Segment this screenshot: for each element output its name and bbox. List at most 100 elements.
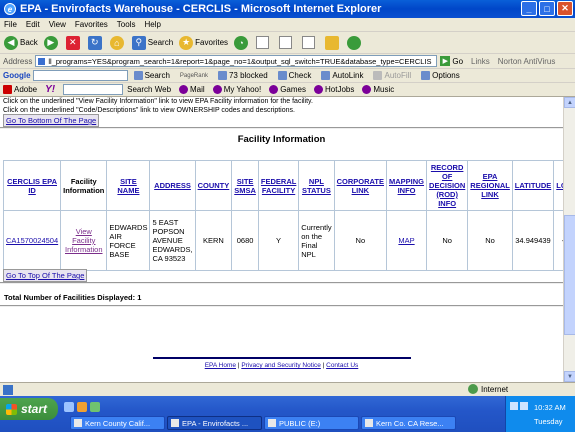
col-site-smsa[interactable]: SITE SMSA [231,160,259,211]
col-site-name[interactable]: SITE NAME [106,160,151,211]
norton-antivirus-button[interactable]: Norton AntiVirus [498,57,556,66]
search-web-button[interactable]: Search Web [127,85,171,94]
col-address[interactable]: ADDRESS [149,160,196,211]
network-icon[interactable] [510,402,518,410]
my-yahoo-button[interactable]: My Yahoo! [212,85,262,94]
forward-button[interactable]: ▶ [43,35,60,50]
map-link[interactable]: MAP [386,210,428,271]
back-arrow-icon: ◀ [4,35,18,50]
autofill-button[interactable]: AutoFill [373,71,411,80]
games-button[interactable]: Games [269,85,306,94]
task-button[interactable]: Kern County Calif... [70,416,165,430]
google-toolbar: Google Search PageRank 73 blocked Check … [0,69,575,83]
history-button[interactable]: ◔ [234,35,250,50]
media-quicklaunch-icon[interactable] [77,402,87,412]
hotjobs-button[interactable]: HotJobs [314,85,354,94]
music-button[interactable]: Music [362,85,394,94]
taskbar: start Kern County Calif... EPA - Envirof… [0,396,575,432]
col-rod-info[interactable]: RECORD OF DECISION (ROD) INFO [426,160,469,211]
print-icon [279,36,293,49]
messenger-button[interactable] [347,35,363,50]
col-mapping-info[interactable]: MAPPING INFO [386,160,428,211]
spell-check-button[interactable]: Check [277,71,311,80]
yahoo-search-input[interactable] [63,84,124,95]
epa-home-link[interactable]: EPA Home [205,362,236,369]
stop-button[interactable]: ✕ [65,35,82,50]
maximize-button[interactable]: □ [539,1,555,16]
google-search-button[interactable]: Search [133,71,170,80]
minimize-button[interactable]: _ [521,1,537,16]
window-icon [171,419,179,427]
menu-edit[interactable]: Edit [26,20,40,29]
autolink-label: AutoLink [332,71,364,80]
go-to-top-link[interactable]: Go To Top Of The Page [3,269,88,282]
my-yahoo-label: My Yahoo! [223,85,262,94]
autolink-button[interactable]: AutoLink [321,71,363,80]
folder-button[interactable] [325,35,341,50]
scroll-up-arrow-icon[interactable]: ▲ [564,97,575,108]
col-epa-regional-link[interactable]: EPA REGIONAL LINK [467,160,513,211]
yahoo-mail-button[interactable]: Mail [179,85,205,94]
epa-id-link[interactable]: CA1570024504 [2,210,62,271]
popup-blocker-icon [217,71,227,80]
page-icon [3,384,13,395]
mail-button[interactable] [256,36,273,49]
col-longitude[interactable]: LONGITUDE [553,160,563,211]
scroll-down-arrow-icon[interactable]: ▼ [564,371,575,382]
col-npl-status[interactable]: NPL STATUS [298,160,335,211]
scroll-thumb[interactable] [564,215,575,335]
col-corporate-link[interactable]: CORPORATE LINK [333,160,388,211]
home-button[interactable]: ⌂ [109,35,126,50]
options-label: Options [432,71,460,80]
google-logo[interactable]: Google [3,71,31,80]
task-button[interactable]: Kern Co. CA Rese... [361,416,456,430]
go-arrow-icon[interactable]: ▶ [440,56,451,66]
divider [0,305,563,307]
links-button[interactable]: Links [471,57,490,66]
start-label: start [21,402,48,416]
menu-tools[interactable]: Tools [117,20,136,29]
col-federal-facility[interactable]: FEDERAL FACILITY [257,160,300,211]
ie-quicklaunch-icon[interactable] [64,402,74,412]
favorites-button[interactable]: ★ Favorites [179,35,228,50]
print-button[interactable] [279,36,296,49]
popup-blocker-button[interactable]: 73 blocked [217,71,268,80]
instructions: Click on the underlined "View Facility I… [3,97,313,115]
task-button[interactable]: EPA - Envirofacts ... [167,416,262,430]
volume-icon[interactable] [520,402,528,410]
col-latitude[interactable]: LATITUDE [511,160,555,211]
go-button[interactable]: Go [452,57,463,66]
facility-table: CERCLIS EPA ID Facility Information SITE… [2,160,563,271]
menu-file[interactable]: File [4,20,17,29]
col-county[interactable]: COUNTY [194,160,233,211]
vertical-scrollbar[interactable]: ▲ ▼ [563,97,575,382]
go-to-bottom-link[interactable]: Go To Bottom Of The Page [3,114,100,127]
refresh-button[interactable]: ↻ [87,35,104,50]
back-button[interactable]: ◀ Back [4,35,38,50]
privacy-link[interactable]: Privacy and Security Notice [241,362,320,369]
edit-button[interactable] [302,36,319,49]
close-button[interactable]: ✕ [557,1,573,16]
col-cerclis-epa-id[interactable]: CERCLIS EPA ID [2,160,62,211]
yahoo-logo[interactable]: Y! [45,84,55,95]
contact-us-link[interactable]: Contact Us [326,362,358,369]
menu-help[interactable]: Help [144,20,160,29]
clock-time[interactable]: 10:32 AM [534,403,566,412]
adobe-button[interactable]: Adobe [3,85,37,94]
view-facility-information-link[interactable]: View Facility Information [60,210,108,271]
menu-favorites[interactable]: Favorites [75,20,108,29]
desktop-quicklaunch-icon[interactable] [90,402,100,412]
window-title: EPA - Envirofacts Warehouse - CERCLIS - … [20,3,382,15]
menu-view[interactable]: View [49,20,66,29]
google-search-input[interactable] [32,70,128,81]
address-input[interactable]: ll_programs=YES&program_search=1&report=… [35,55,438,67]
search-button[interactable]: ⚲ Search [131,35,173,50]
options-button[interactable]: Options [421,71,460,80]
task-button[interactable]: PUBLIC (E:) [264,416,359,430]
start-button[interactable]: start [0,398,58,420]
forward-arrow-icon: ▶ [43,35,58,50]
security-zone: Internet [468,384,508,394]
edit-icon [302,36,316,49]
pagerank-indicator[interactable]: PageRank [180,73,208,79]
clock-day: Tuesday [534,417,563,426]
